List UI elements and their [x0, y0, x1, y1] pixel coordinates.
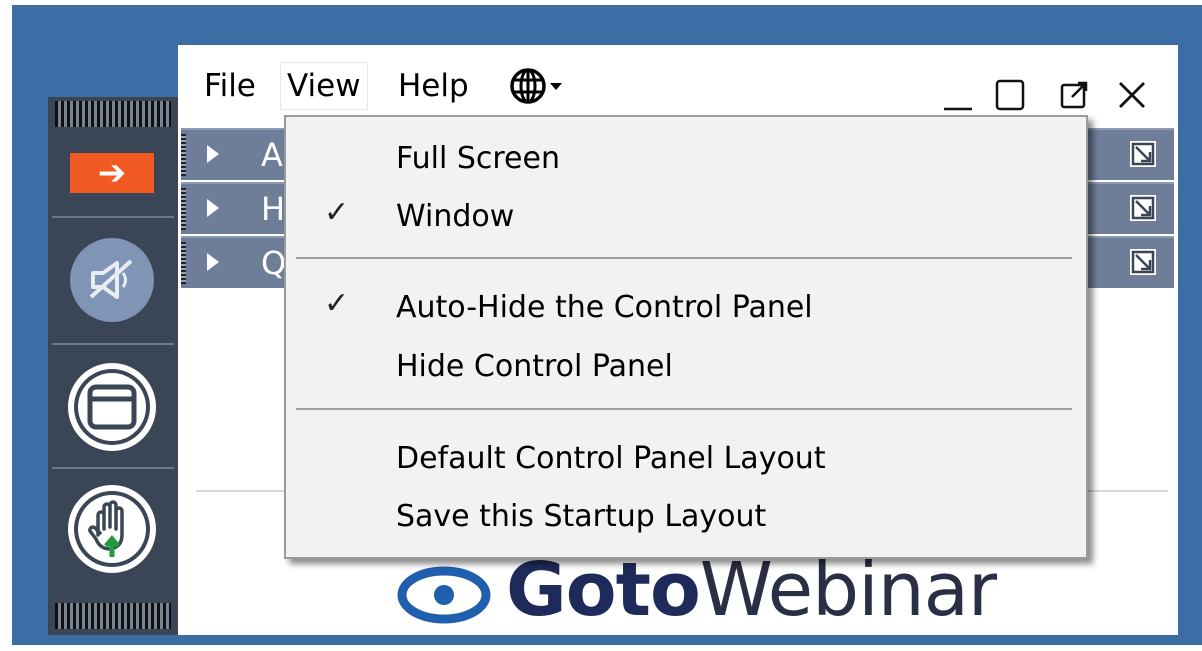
drag-handle[interactable] — [181, 134, 186, 176]
menu-item-save-startup-layout[interactable]: Save this Startup Layout — [286, 491, 1086, 545]
close-button[interactable] — [1112, 75, 1152, 115]
menu-item-default-layout[interactable]: Default Control Panel Layout — [286, 433, 1086, 487]
menu-item-hide-control-panel[interactable]: Hide Control Panel — [286, 341, 1086, 395]
menu-item-label: Window — [396, 199, 515, 234]
menu-item-label: Default Control Panel Layout — [396, 441, 826, 476]
maximize-button[interactable] — [990, 75, 1030, 115]
menu-item-label: Save this Startup Layout — [396, 499, 767, 534]
grab-tab-grip-bottom[interactable] — [55, 603, 171, 629]
pane-popout-icon[interactable] — [1128, 247, 1158, 277]
menu-item-full-screen[interactable]: Full Screen — [286, 133, 1086, 187]
minimize-button[interactable] — [938, 75, 978, 115]
close-icon — [1119, 82, 1145, 108]
view-menu-dropdown: Full Screen ✓ Window ✓ Auto-Hide the Con… — [284, 115, 1088, 559]
grab-tab[interactable]: ➔ — [48, 97, 178, 635]
pane-popout-icon[interactable] — [1128, 193, 1158, 223]
window-icon — [74, 369, 150, 445]
raise-hand-button[interactable] — [68, 485, 156, 573]
pane-title: H — [261, 190, 286, 228]
window-view-button[interactable] — [68, 363, 156, 451]
menu-help[interactable]: Help — [392, 63, 475, 109]
popout-icon — [1060, 81, 1088, 109]
menu-separator — [296, 257, 1072, 259]
grab-tab-divider — [52, 343, 174, 345]
expand-triangle-icon[interactable] — [207, 145, 219, 163]
menu-separator — [296, 408, 1072, 410]
drag-handle[interactable] — [181, 242, 186, 284]
menu-item-window[interactable]: ✓ Window — [286, 191, 1086, 245]
expand-triangle-icon[interactable] — [207, 199, 219, 217]
language-menu[interactable] — [508, 65, 568, 107]
menu-item-label: Hide Control Panel — [396, 349, 673, 384]
popout-button[interactable] — [1054, 75, 1094, 115]
minimize-icon — [944, 107, 972, 111]
menu-bar: File View Help — [178, 45, 1178, 125]
menu-item-auto-hide-control-panel[interactable]: ✓ Auto-Hide the Control Panel — [286, 282, 1086, 336]
show-panel-arrow-button[interactable]: ➔ — [70, 153, 154, 193]
checkmark-icon: ✓ — [324, 286, 350, 321]
drag-handle[interactable] — [181, 188, 186, 230]
gotowebinar-logo-icon — [397, 566, 491, 624]
checkmark-icon: ✓ — [324, 195, 350, 230]
menu-item-label: Full Screen — [396, 141, 560, 176]
raise-hand-icon — [74, 491, 150, 567]
globe-icon — [510, 68, 546, 104]
arrow-right-icon: ➔ — [97, 153, 127, 193]
menu-view[interactable]: View — [281, 63, 367, 109]
expand-triangle-icon[interactable] — [207, 253, 219, 271]
menu-file[interactable]: File — [198, 63, 262, 109]
pane-popout-icon[interactable] — [1128, 139, 1158, 169]
logo-text-bold: Goto — [506, 547, 701, 633]
pane-title: Q — [261, 244, 287, 282]
grab-tab-divider — [52, 216, 174, 218]
grab-tab-divider — [52, 467, 174, 469]
pane-title: A — [261, 136, 283, 174]
maximize-icon — [995, 79, 1025, 111]
menu-item-label: Auto-Hide the Control Panel — [396, 290, 813, 325]
logo-text-light: Webinar — [699, 547, 998, 633]
grab-tab-grip-top[interactable] — [55, 101, 171, 127]
chevron-down-icon — [550, 83, 562, 90]
speaker-muted-icon — [89, 259, 133, 299]
mute-button[interactable] — [70, 238, 154, 322]
